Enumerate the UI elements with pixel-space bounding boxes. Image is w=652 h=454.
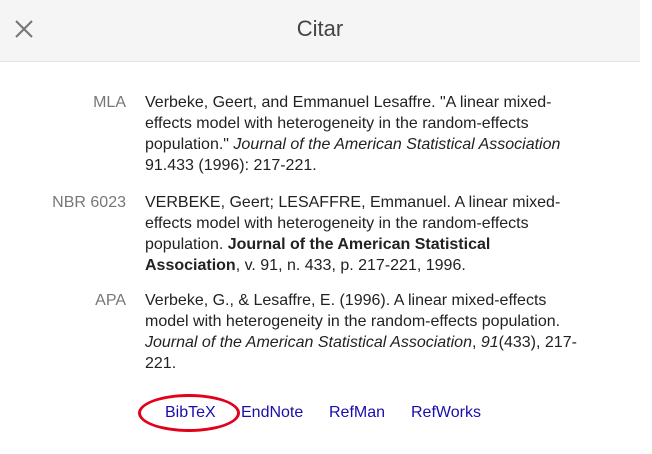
endnote-link[interactable]: EndNote <box>241 402 303 423</box>
cite-dialog: Citar MLA Verbeke, Geert, and Emmanuel L… <box>0 0 640 454</box>
citation-format-label: MLA <box>93 94 126 111</box>
refman-link[interactable]: RefMan <box>329 402 385 423</box>
citation-segment: , <box>471 334 481 351</box>
citation-text[interactable]: Verbeke, Geert, and Emmanuel Lesaffre. "… <box>145 92 577 176</box>
dialog-title: Citar <box>296 16 344 41</box>
citation-volume: 91 <box>480 334 499 351</box>
citation-text[interactable]: Verbeke, G., & Lesaffre, E. (1996). A li… <box>145 290 577 374</box>
citation-text[interactable]: VERBEKE, Geert; LESAFFRE, Emmanuel. A li… <box>145 192 577 276</box>
citation-segment: 91.433 (1996): 217-221. <box>145 157 317 174</box>
refworks-link[interactable]: RefWorks <box>411 402 481 423</box>
citation-journal: Journal of the American Statistical Asso… <box>145 334 472 351</box>
citation-journal: Journal of the American Statistical Asso… <box>233 136 561 153</box>
background-page-edge <box>640 0 652 454</box>
bibtex-link[interactable]: BibTeX <box>165 402 216 423</box>
dialog-header: Citar <box>0 0 640 62</box>
citation-format-label: APA <box>95 292 126 309</box>
citation-segment: Verbeke, G., & Lesaffre, E. (1996). A li… <box>145 292 561 330</box>
citation-format-label: NBR 6023 <box>52 194 126 211</box>
citation-segment: , v. 91, n. 433, p. 217-221, 1996. <box>235 257 466 274</box>
